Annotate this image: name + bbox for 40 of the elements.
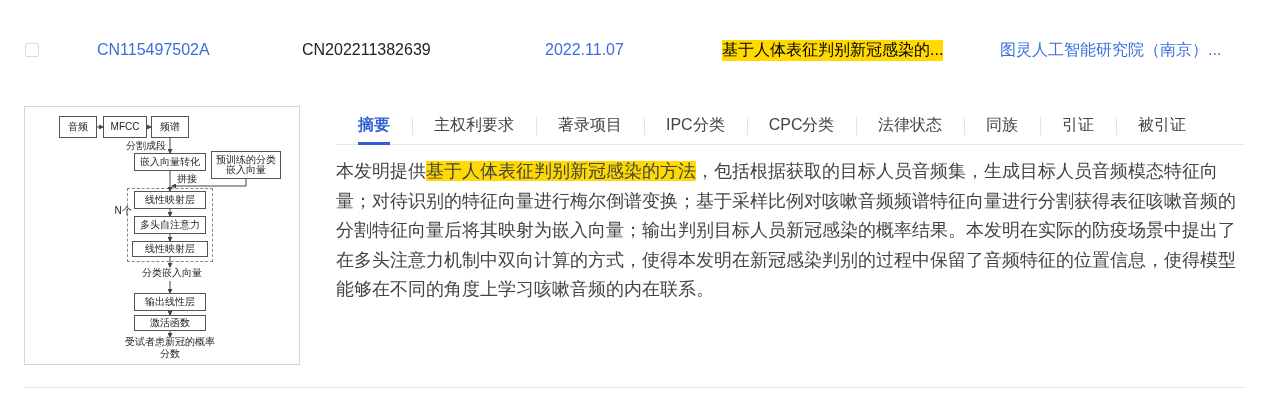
flowchart-label: 分割成段 [125,140,167,152]
flow-arrow [167,137,173,154]
flowchart-node: 输出线性层 [134,293,206,311]
flowchart-label: N个 [113,205,133,217]
publication-number-link[interactable]: CN115497502A [97,41,302,59]
applicant-link[interactable]: 图灵人工智能研究院（南京）... [1000,39,1269,61]
flow-arrow [167,256,173,268]
tab[interactable]: 法律状态 [856,106,965,144]
flow-arrow [167,330,173,338]
flow-arrow [167,280,173,294]
flow-arrow [146,124,152,130]
tab[interactable]: 被引证 [1116,106,1209,144]
patent-title: 基于人体表征判别新冠感染的... [722,39,944,61]
flowchart-node: 线性映射层 [132,241,208,257]
tab[interactable]: 引证 [1040,106,1117,144]
tab[interactable]: 同族 [964,106,1041,144]
flow-arrow [167,208,173,217]
flowchart-node: 激活函数 [134,315,206,331]
flowchart-node: 线性映射层 [134,191,206,209]
flowchart-label: 拼接 [176,173,198,185]
flowchart-node: MFCC [103,116,147,138]
tab[interactable]: IPC分类 [644,106,747,144]
flowchart-node: 多头自注意力 [134,216,206,234]
flowchart-node: 音频 [59,116,97,138]
flowchart-node: 嵌入向量转化 [134,153,206,171]
flowchart-node: 频谱 [151,116,189,138]
abstract-text: 本发明提供基于人体表征判别新冠感染的方法，包括根据获取的目标人员音频集，生成目标人员音频模态特征向量；对待识别的特征向量进行梅尔倒谱变换；基于采样比例对咳嗽音频频谱特征向量进行分割获得表征咳嗽音频的分割特征向量后将其映射为嵌入向量；输出判别目标人员新冠感染的概率结果。本发明在实际的防疫场景中提出了在多头注意力机制中双向计算的方式，使得本发明在新冠感染判别的过程中保留了音频特征的位置信息，使得模型能够在不同的角度上学习咳嗽音频的内在联系。 [336,160,1236,302]
date-link[interactable]: 2022.11.07 [545,41,722,59]
tab[interactable]: 著录项目 [536,106,644,144]
flowchart-label: 受试者患新冠的概率分数 [124,336,216,359]
tab[interactable]: 摘要 [336,106,412,144]
flowchart-node: 预训练的分类嵌入向量 [211,151,281,179]
flow-arrow [96,124,104,130]
flowchart-label: 分类嵌入向量 [141,267,203,279]
tab[interactable]: CPC分类 [746,106,857,144]
flow-arrow [167,233,173,242]
tab[interactable]: 主权利要求 [412,106,536,144]
flow-arrow [167,310,173,316]
checkbox[interactable] [25,43,39,57]
application-number: CN202211382639 [302,41,432,59]
